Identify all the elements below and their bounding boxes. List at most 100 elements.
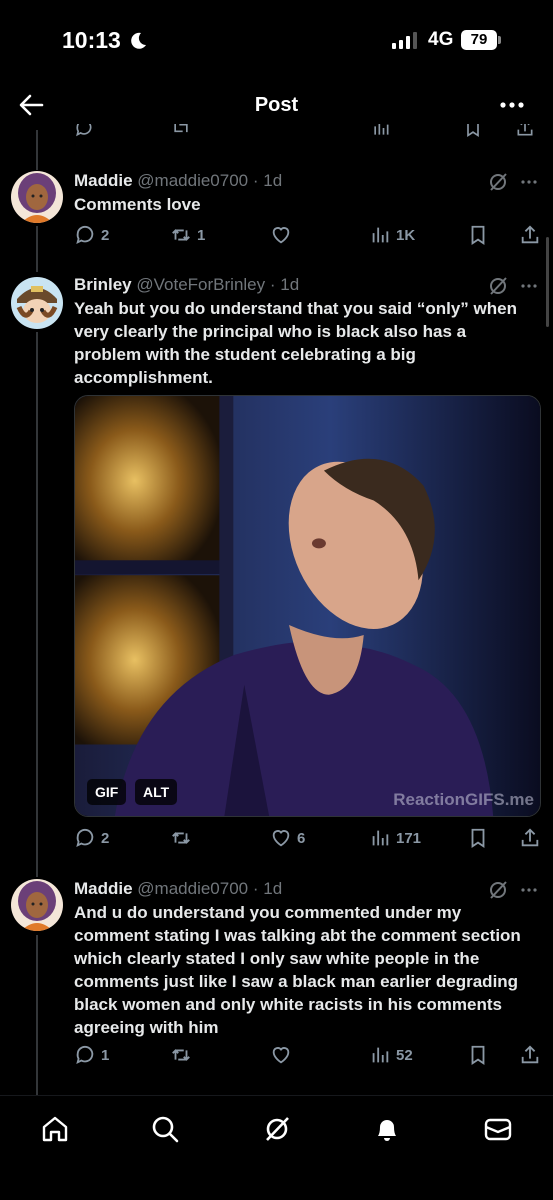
author-handle[interactable]: @VoteForBrinley xyxy=(136,275,265,294)
author-handle[interactable]: @maddie0700 xyxy=(137,879,248,898)
battery-indicator: 79 xyxy=(461,30,497,50)
tweet-actions: 2 6 171 xyxy=(74,825,544,851)
author-name[interactable]: Brinley xyxy=(74,275,132,294)
avatar[interactable] xyxy=(11,171,63,223)
tweet-actions: 1 52 xyxy=(74,1042,544,1068)
reply-icon xyxy=(76,828,94,848)
share-icon xyxy=(521,225,539,244)
grok-icon[interactable] xyxy=(487,275,509,297)
reply-icon xyxy=(76,225,94,245)
grok-icon[interactable] xyxy=(487,171,509,193)
author-name[interactable]: Maddie xyxy=(74,879,133,898)
status-bar: 10:13 4G 79 xyxy=(0,0,553,80)
retweet-count: 1 xyxy=(197,226,206,244)
messages-icon[interactable] xyxy=(483,1114,513,1144)
views-button[interactable]: 171 xyxy=(369,825,421,851)
reply-button[interactable]: 2 xyxy=(74,825,109,851)
retweet-icon xyxy=(172,832,190,844)
tweet-text: Yeah but you do understand that you said… xyxy=(74,299,517,387)
tweet-actions: 2 1 1K xyxy=(74,222,544,248)
moon-icon xyxy=(131,32,146,49)
bookmark-button[interactable] xyxy=(467,222,489,248)
home-icon[interactable] xyxy=(40,1114,70,1144)
views-button[interactable]: 1K xyxy=(369,222,415,248)
views-icon xyxy=(374,124,389,135)
grok-icon[interactable] xyxy=(262,1114,292,1144)
share-icon xyxy=(517,124,533,136)
tweet[interactable]: Maddie @maddie0700 · 1d And u do underst… xyxy=(0,879,553,1079)
views-button[interactable]: 52 xyxy=(369,1042,413,1068)
thread-line xyxy=(36,130,38,170)
views-count: 52 xyxy=(396,1046,413,1064)
share-button[interactable] xyxy=(519,222,541,248)
views-icon xyxy=(372,227,389,243)
like-button[interactable] xyxy=(270,222,297,248)
retweet-button[interactable]: 1 xyxy=(170,222,205,248)
tweet[interactable]: Maddie @maddie0700 · 1d Comments love 2 … xyxy=(0,171,553,251)
search-icon[interactable] xyxy=(150,1114,180,1144)
more-options-icon[interactable] xyxy=(498,92,526,118)
reply-count: 1 xyxy=(101,1046,110,1064)
author-handle[interactable]: @maddie0700 xyxy=(137,171,248,190)
tweet-time: · 1d xyxy=(252,879,283,898)
bottom-navigation xyxy=(0,1095,553,1200)
reply-button[interactable]: 2 xyxy=(74,222,109,248)
signal-icon xyxy=(392,32,417,49)
views-icon xyxy=(372,830,389,846)
network-type: 4G xyxy=(428,29,454,50)
grok-icon[interactable] xyxy=(487,879,509,901)
reply-button[interactable]: 1 xyxy=(74,1042,109,1068)
bookmark-button[interactable] xyxy=(467,825,489,851)
gif-badge: GIF xyxy=(87,779,127,805)
reply-count: 2 xyxy=(101,829,110,847)
like-button[interactable] xyxy=(270,1042,297,1068)
retweet-icon xyxy=(172,1049,190,1061)
retweet-icon xyxy=(172,229,190,241)
bookmark-icon xyxy=(471,828,485,848)
share-button[interactable] xyxy=(519,1042,541,1068)
like-button[interactable]: 6 xyxy=(270,825,305,851)
avatar[interactable] xyxy=(11,879,63,931)
views-count: 171 xyxy=(396,829,422,847)
retweet-button[interactable] xyxy=(170,825,197,851)
reply-icon xyxy=(76,124,92,137)
battery-tip xyxy=(498,36,501,44)
scrollbar[interactable] xyxy=(546,237,549,327)
retweet-button[interactable] xyxy=(170,1042,197,1068)
views-count: 1K xyxy=(396,226,416,244)
tweet-time: · 1d xyxy=(269,275,300,294)
notifications-icon[interactable] xyxy=(372,1114,402,1144)
status-time: 10:13 xyxy=(62,27,121,53)
more-icon[interactable] xyxy=(519,879,539,901)
gif-image xyxy=(75,396,540,816)
like-icon xyxy=(272,1047,290,1064)
bookmark-button[interactable] xyxy=(467,1042,489,1068)
more-icon[interactable] xyxy=(519,275,539,297)
author-name[interactable]: Maddie xyxy=(74,171,133,190)
reply-icon xyxy=(76,1045,94,1065)
bookmark-icon xyxy=(471,1045,485,1065)
avatar[interactable] xyxy=(11,277,63,329)
alt-badge[interactable]: ALT xyxy=(135,779,178,805)
tweet[interactable]: Brinley @VoteForBrinley · 1d Yeah but yo… xyxy=(0,275,553,865)
tweet-header: Brinley @VoteForBrinley · 1d xyxy=(74,275,484,295)
views-icon xyxy=(372,1047,389,1063)
reply-count: 2 xyxy=(101,226,110,244)
previous-tweet-actions xyxy=(70,124,540,138)
tweet-time: · 1d xyxy=(252,171,283,190)
bookmark-icon xyxy=(467,124,479,138)
share-icon xyxy=(521,828,539,847)
tweet-text: Comments love xyxy=(74,195,201,214)
tweet-header: Maddie @maddie0700 · 1d xyxy=(74,171,484,191)
like-count: 6 xyxy=(297,829,306,847)
bookmark-icon xyxy=(471,225,485,245)
tweet-header: Maddie @maddie0700 · 1d xyxy=(74,879,484,899)
tweet-gif[interactable]: GIF ALT ReactionGIFS.me xyxy=(74,395,541,817)
tweet-text: And u do understand you commented under … xyxy=(74,903,521,1037)
gif-watermark: ReactionGIFS.me xyxy=(393,790,534,809)
retweet-icon xyxy=(174,124,188,133)
share-button[interactable] xyxy=(519,825,541,851)
like-icon xyxy=(272,830,290,847)
more-icon[interactable] xyxy=(519,171,539,193)
page-title: Post xyxy=(254,94,299,116)
